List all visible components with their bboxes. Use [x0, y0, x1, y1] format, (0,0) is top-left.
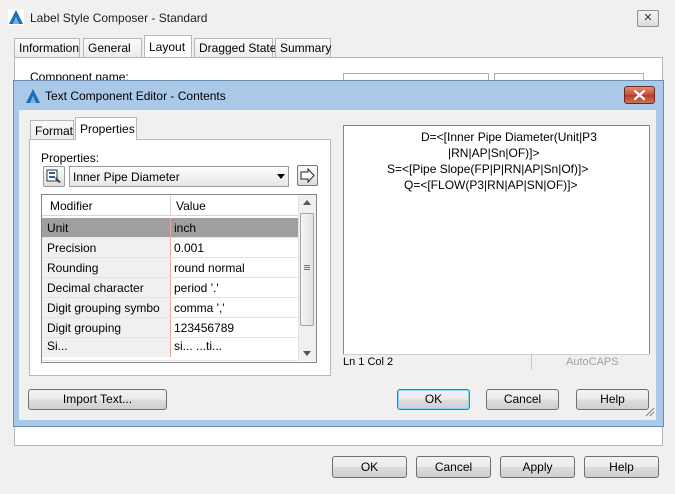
parent-ok-button[interactable]: OK: [332, 456, 407, 478]
parent-close-button[interactable]: ✕: [637, 10, 659, 27]
editor-line-4: Q=<[FLOW(P3|RN|AP|SN|OF)]>: [404, 178, 578, 192]
dialog-cancel-button[interactable]: Cancel: [486, 389, 559, 410]
header-divider: [170, 195, 171, 216]
grid-row-partial[interactable]: Si... si... ...ti...: [42, 338, 298, 361]
active-tab-joint: [76, 138, 136, 140]
tab-format[interactable]: Format: [30, 120, 74, 140]
grid-row-digit-grouping-symbol[interactable]: Digit grouping symbo comma ',': [42, 298, 298, 318]
civil3d-logo-icon: [8, 9, 24, 25]
row-value[interactable]: period '.': [170, 278, 298, 297]
dialog-close-button[interactable]: [624, 86, 655, 104]
tab-summary[interactable]: Summary: [275, 38, 331, 57]
row-value[interactable]: round normal: [170, 258, 298, 277]
tab-information[interactable]: Information: [14, 38, 80, 57]
row-value[interactable]: si... ...ti...: [170, 338, 298, 357]
row-modifier: Digit grouping symbo: [42, 298, 170, 317]
scroll-down-icon[interactable]: [303, 351, 311, 356]
dialog-title: Text Component Editor - Contents: [45, 89, 226, 103]
parent-help-button[interactable]: Help: [584, 456, 659, 478]
tab-general[interactable]: General: [83, 38, 142, 57]
column-header-value: Value: [176, 199, 206, 213]
pick-property-icon: [46, 169, 61, 183]
parent-cancel-button[interactable]: Cancel: [416, 456, 491, 478]
tab-dragged-state[interactable]: Dragged State: [194, 38, 276, 57]
grid-row-precision[interactable]: Precision 0.001: [42, 238, 298, 258]
close-icon: [633, 89, 646, 101]
row-modifier: Rounding: [42, 258, 170, 277]
row-modifier: Precision: [42, 238, 170, 257]
properties-label: Properties:: [41, 151, 100, 165]
grid-row-digit-grouping[interactable]: Digit grouping 123456789: [42, 318, 298, 338]
property-picker-button[interactable]: [43, 166, 65, 187]
row-modifier: Si...: [42, 338, 170, 357]
chevron-down-icon: [277, 174, 285, 179]
cursor-position: Ln 1 Col 2: [343, 356, 394, 368]
row-value[interactable]: inch: [170, 218, 298, 237]
dialog-logo-icon: [26, 89, 40, 103]
column-header-modifier: Modifier: [50, 199, 93, 213]
scroll-up-icon[interactable]: [303, 200, 311, 205]
tab-layout[interactable]: Layout: [144, 35, 192, 58]
grip-lines-icon: [304, 265, 310, 266]
dialog-help-button[interactable]: Help: [576, 389, 649, 410]
resize-grip-icon[interactable]: [643, 405, 655, 417]
arrow-right-icon: [300, 167, 315, 184]
insert-property-button[interactable]: [297, 165, 318, 186]
row-value[interactable]: 123456789: [170, 318, 298, 337]
editor-line-1: D=<[Inner Pipe Diameter(Unit|P3: [421, 130, 597, 144]
scrollbar-thumb[interactable]: [300, 213, 314, 326]
row-value[interactable]: 0.001: [170, 238, 298, 257]
row-value[interactable]: comma ',': [170, 298, 298, 317]
tab-properties[interactable]: Properties: [75, 117, 137, 140]
autocaps-indicator: AutoCAPS: [566, 356, 619, 368]
editor-line-2: |RN|AP|Sn|OF)]>: [448, 146, 540, 160]
property-select-value: Inner Pipe Diameter: [73, 170, 180, 184]
grid-row-rounding[interactable]: Rounding round normal: [42, 258, 298, 278]
dialog-ok-button[interactable]: OK: [397, 389, 470, 410]
parent-apply-button[interactable]: Apply: [500, 456, 575, 478]
editor-line-3: S=<[Pipe Slope(FP|P|RN|AP|Sn|Of)]>: [387, 162, 589, 176]
grid-row-decimal-character[interactable]: Decimal character period '.': [42, 278, 298, 298]
grid-row-unit[interactable]: Unit inch: [42, 218, 298, 238]
row-modifier: Unit: [42, 218, 170, 237]
import-text-button[interactable]: Import Text...: [28, 389, 167, 410]
parent-window-title: Label Style Composer - Standard: [30, 11, 208, 25]
row-modifier: Digit grouping: [42, 318, 170, 337]
row-modifier: Decimal character: [42, 278, 170, 297]
status-divider: [531, 355, 532, 370]
